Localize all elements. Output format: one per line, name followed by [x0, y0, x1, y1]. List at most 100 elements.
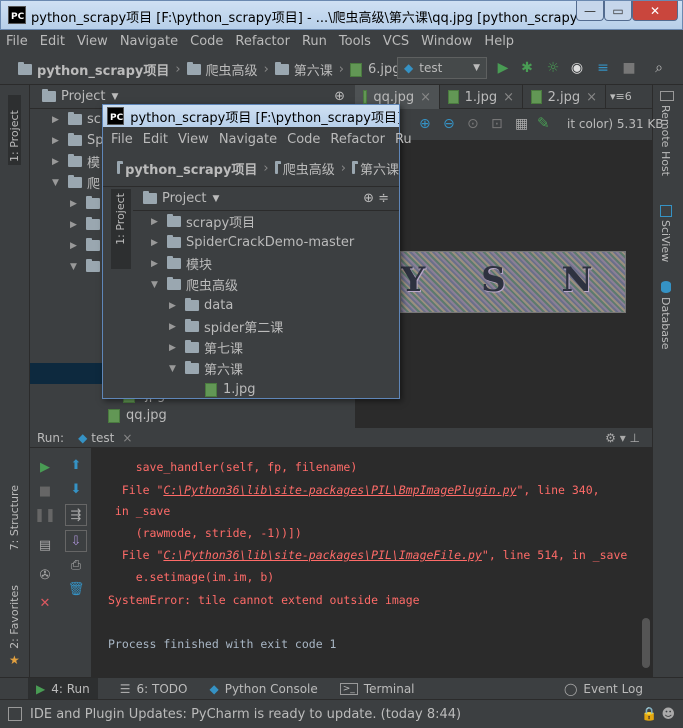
console-scrollbar[interactable] [642, 618, 650, 668]
file-row[interactable]: qq.jpg [108, 405, 167, 426]
tree-row[interactable]: ▼ 第六课 [133, 358, 399, 379]
tab-1-jpg[interactable]: 1.jpg × [440, 85, 523, 109]
file-link[interactable]: C:\Python36\lib\site-packages\PIL\ImageF… [163, 548, 482, 562]
menu-navigate[interactable]: Navigate [120, 34, 178, 49]
tab-event-log[interactable]: ◯ Event Log [564, 682, 643, 696]
tab-run[interactable]: ▶ 4: Run [28, 677, 98, 700]
menu-code[interactable]: Code [190, 34, 223, 49]
menu-vcs[interactable]: VCS [383, 34, 409, 49]
close-run-icon[interactable]: ✕ [36, 594, 54, 612]
zoom-out-icon[interactable]: ⊖ [443, 116, 455, 132]
run-tab-test[interactable]: test [91, 431, 114, 445]
breadcrumb-subfolder[interactable]: 第六课 [360, 159, 399, 178]
menu-navigate[interactable]: Navigate [219, 132, 277, 147]
tree-row[interactable]: ▶ 模块 [133, 253, 399, 274]
menu-code[interactable]: Code [287, 132, 320, 147]
menu-refactor[interactable]: Refactor [235, 34, 290, 49]
console-line: save_handler(self, fp, filename) [108, 460, 358, 474]
breadcrumb-folder[interactable]: 爬虫高级 [206, 60, 258, 79]
arrow-down-icon[interactable]: ⬇ [67, 480, 85, 498]
menu-edit[interactable]: Edit [143, 132, 168, 147]
breadcrumb-subfolder[interactable]: 第六课 [294, 60, 333, 79]
run-icon[interactable]: ▶ [495, 60, 511, 76]
breadcrumb-file[interactable]: 6.jpg [368, 62, 401, 77]
lock-icon[interactable]: 🔒 ☻ [641, 707, 675, 722]
tree-row[interactable]: ▼ 爬虫高级 [133, 274, 399, 295]
close-button[interactable]: ✕ [632, 1, 678, 21]
locate-icon[interactable]: ⊕ ≑ [363, 191, 389, 206]
file-link[interactable]: C:\Python36\lib\site-packages\PIL\BmpIma… [163, 483, 516, 497]
secondary-project-strip[interactable]: 1: Project [111, 189, 131, 269]
close-icon[interactable]: × [122, 431, 132, 445]
tree-row[interactable]: ▶ data [133, 295, 399, 316]
menu-edit[interactable]: Edit [40, 34, 65, 49]
actual-size-icon[interactable]: ⊙ [467, 116, 479, 132]
menu-view[interactable]: View [178, 132, 209, 147]
scroll-to-end-icon[interactable]: ⇩ [65, 530, 87, 552]
remote-host-tab[interactable]: Remote Host [659, 105, 672, 176]
tab-2-jpg[interactable]: 2.jpg × [523, 85, 606, 109]
breadcrumb-folder[interactable]: 爬虫高级 [283, 159, 335, 178]
trash-icon[interactable]: 🗑 [67, 580, 85, 598]
console-line: in _save [108, 504, 171, 518]
tab-terminal[interactable]: >_ Terminal [339, 682, 415, 696]
breadcrumb-project[interactable]: python_scrapy项目 [125, 159, 257, 178]
fit-icon[interactable]: ⊡ [491, 116, 503, 132]
pause-icon[interactable]: ❚❚ [34, 506, 56, 524]
process-exit-message: Process finished with exit code 1 [108, 637, 337, 651]
tab-python-console[interactable]: ◆ Python Console [209, 682, 317, 696]
arrow-up-icon[interactable]: ⬆ [67, 456, 85, 474]
menu-file[interactable]: File [111, 132, 133, 147]
color-picker-icon[interactable]: ✎ [537, 114, 550, 132]
project-tool-tab[interactable]: 1: Project [8, 95, 21, 165]
menu-view[interactable]: View [77, 34, 108, 49]
menu-run[interactable]: Ru [395, 132, 412, 147]
search-icon[interactable]: ⌕ [651, 60, 667, 76]
menu-refactor[interactable]: Refactor [330, 132, 385, 147]
chevron-down-icon[interactable]: ▼ [212, 194, 219, 204]
gear-icon[interactable]: ⚙ ▾ ⊥ [605, 431, 640, 445]
tab-todo[interactable]: ☰ 6: TODO [120, 682, 188, 696]
database-icon [661, 281, 671, 293]
print-icon[interactable]: ⎙ [67, 556, 85, 574]
grid-icon[interactable]: ▦ [515, 116, 528, 132]
menu-tools[interactable]: Tools [339, 34, 371, 49]
coverage-icon[interactable]: ☼ [545, 60, 561, 76]
soft-wrap-icon[interactable]: ⇶ [65, 504, 87, 526]
database-tab[interactable]: Database [659, 297, 672, 350]
rerun-icon[interactable]: ▶ [36, 458, 54, 476]
profile-icon[interactable]: ◉ [569, 60, 585, 76]
tree-row[interactable]: ▶ spider第二课 [133, 316, 399, 337]
menu-window[interactable]: Window [421, 34, 472, 49]
breadcrumb-project[interactable]: python_scrapy项目 [37, 60, 169, 79]
locate-icon[interactable]: ⊕ [334, 89, 345, 104]
selected-row-highlight [30, 363, 102, 384]
tree-row[interactable]: ▶ scrapy项目 [133, 211, 399, 232]
run-config-select[interactable]: ◆ test ▼ [397, 57, 487, 79]
dump-threads-icon[interactable]: ▤ [36, 536, 54, 554]
status-toggle-icon[interactable] [8, 707, 22, 721]
settings-icon[interactable]: ✇ [36, 566, 54, 584]
minimize-button[interactable]: — [576, 1, 604, 21]
chevron-down-icon[interactable]: ▼ [111, 92, 118, 102]
tree-row[interactable]: ▶ 第七课 [133, 337, 399, 358]
maximize-button[interactable]: ▭ [604, 1, 632, 21]
console-output: save_handler(self, fp, filename) File "C… [92, 448, 652, 677]
tree-row[interactable]: ▶ SpiderCrackDemo-master [133, 232, 399, 253]
favorites-tool-tab[interactable]: 2: Favorites [8, 585, 21, 649]
stop-icon[interactable]: ■ [621, 60, 637, 76]
concurrency-icon[interactable]: ≡ [595, 60, 611, 76]
stop-icon[interactable]: ■ [36, 482, 54, 500]
menu-run[interactable]: Run [302, 34, 327, 49]
tree-row[interactable]: 1.jpg [133, 379, 399, 400]
sciview-icon [660, 205, 672, 217]
structure-tool-tab[interactable]: 7: Structure [8, 485, 21, 550]
sciview-tab[interactable]: SciView [659, 220, 672, 262]
navigation-bar: python_scrapy项目 › 爬虫高级 › 第六课 › 6.jpg ◆ t… [0, 52, 683, 85]
debug-icon[interactable]: ✱ [519, 60, 535, 76]
menu-file[interactable]: File [6, 34, 28, 49]
zoom-in-icon[interactable]: ⊕ [419, 116, 431, 132]
more-tabs-button[interactable]: ▾≡ 6 [610, 85, 632, 108]
menu-help[interactable]: Help [484, 34, 514, 49]
status-message[interactable]: IDE and Plugin Updates: PyCharm is ready… [30, 707, 461, 722]
